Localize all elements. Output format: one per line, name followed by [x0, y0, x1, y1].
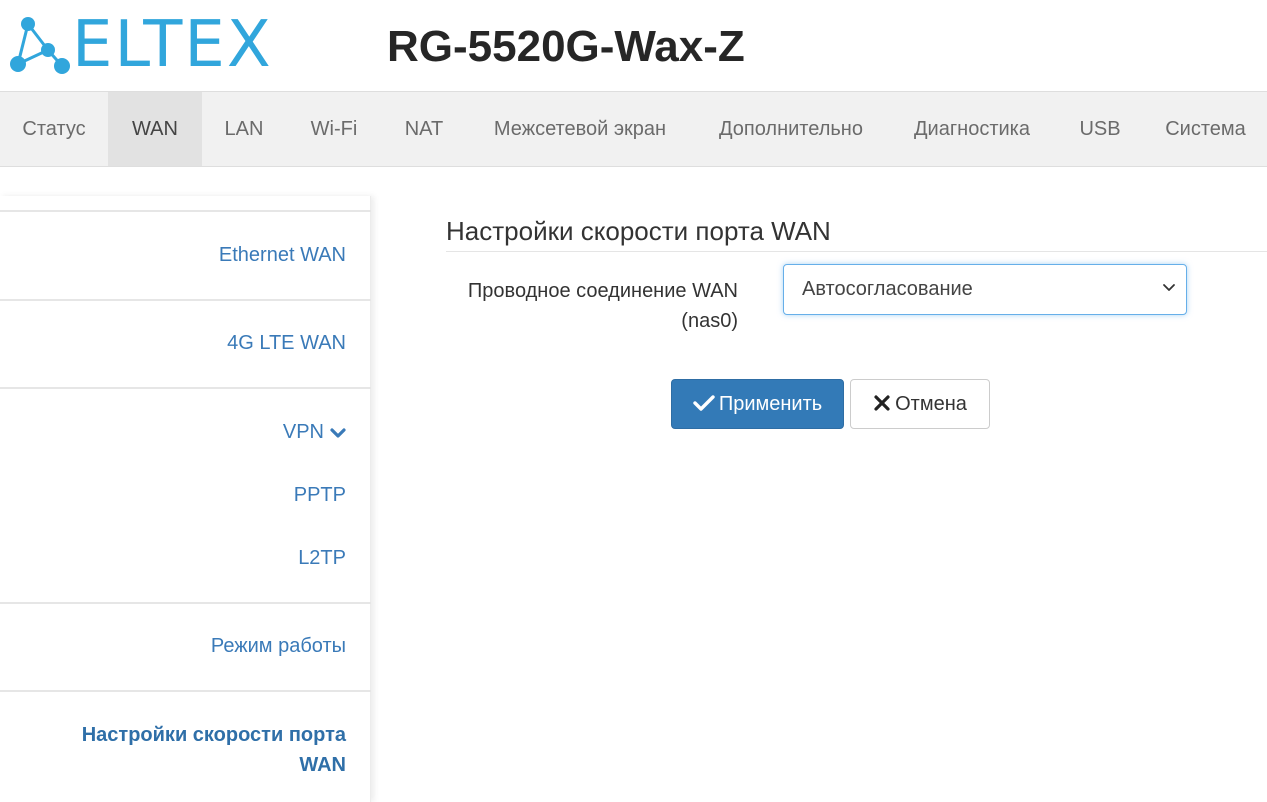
- sidebar-item-vpn-label: VPN: [282, 421, 324, 443]
- sidebar-item-l2tp[interactable]: L2TP: [298, 543, 346, 573]
- sidebar-divider: [0, 387, 371, 389]
- nav-item-advanced[interactable]: Дополнительно: [694, 92, 888, 166]
- top-nav: Статус WAN LAN Wi-Fi NAT Межсетевой экра…: [0, 91, 1267, 167]
- sidebar-item-wan-port-speed-line1: Настройки скорости порта: [81, 724, 346, 746]
- wired-wan-label: Проводное соединение WAN (nas0): [420, 276, 738, 336]
- wired-wan-label-line2: (nas0): [681, 310, 738, 332]
- logo-wordmark: ELTEX: [72, 8, 273, 82]
- sidebar-divider: [0, 299, 371, 301]
- nav-item-wan[interactable]: WAN: [108, 92, 202, 166]
- sidebar-divider: [0, 690, 371, 692]
- eltex-logo[interactable]: ELTEX: [8, 10, 298, 80]
- sidebar-divider: [0, 210, 371, 212]
- wan-speed-select[interactable]: Автосогласование: [783, 264, 1187, 315]
- nav-item-firewall[interactable]: Межсетевой экран: [466, 92, 694, 166]
- sidebar-item-vpn[interactable]: VPN: [283, 417, 346, 447]
- device-model-title: RG-5520G-Wax-Z: [387, 22, 745, 71]
- title-divider: [446, 251, 1267, 252]
- network-logo-icon: [10, 17, 70, 74]
- check-icon: [693, 395, 715, 411]
- close-icon: [874, 395, 890, 411]
- page-title: Настройки скорости порта WAN: [446, 216, 831, 246]
- wired-wan-label-line1: Проводное соединение WAN: [467, 280, 738, 302]
- sidebar-item-mode[interactable]: Режим работы: [211, 631, 346, 661]
- sidebar-item-ethernet-wan[interactable]: Ethernet WAN: [219, 240, 346, 270]
- sidebar-divider: [0, 602, 371, 604]
- sidebar-item-lte-wan[interactable]: 4G LTE WAN: [227, 328, 346, 358]
- chevron-down-icon: [1163, 284, 1175, 291]
- sidebar-item-pptp[interactable]: PPTP: [294, 480, 346, 510]
- nav-item-wifi[interactable]: Wi-Fi: [286, 92, 382, 166]
- sidebar: Ethernet WAN 4G LTE WAN VPN PPTP L2TP Ре…: [0, 196, 371, 802]
- nav-item-nat[interactable]: NAT: [382, 92, 466, 166]
- nav-item-system[interactable]: Система: [1144, 92, 1267, 166]
- apply-button[interactable]: Применить: [671, 379, 844, 429]
- chevron-down-icon: [330, 428, 346, 438]
- cancel-button[interactable]: Отмена: [850, 379, 990, 429]
- sidebar-item-wan-port-speed-line2: WAN: [299, 754, 346, 776]
- apply-button-label: Применить: [718, 393, 823, 415]
- wan-speed-select-value: Автосогласование: [802, 278, 973, 300]
- header: ELTEX RG-5520G-Wax-Z: [0, 0, 1267, 91]
- sidebar-item-wan-port-speed[interactable]: Настройки скорости порта WAN: [82, 720, 346, 780]
- nav-item-usb[interactable]: USB: [1056, 92, 1144, 166]
- cancel-button-label: Отмена: [895, 393, 967, 415]
- nav-item-diagnostics[interactable]: Диагностика: [888, 92, 1056, 166]
- nav-item-status[interactable]: Статус: [0, 92, 108, 166]
- nav-item-lan[interactable]: LAN: [202, 92, 286, 166]
